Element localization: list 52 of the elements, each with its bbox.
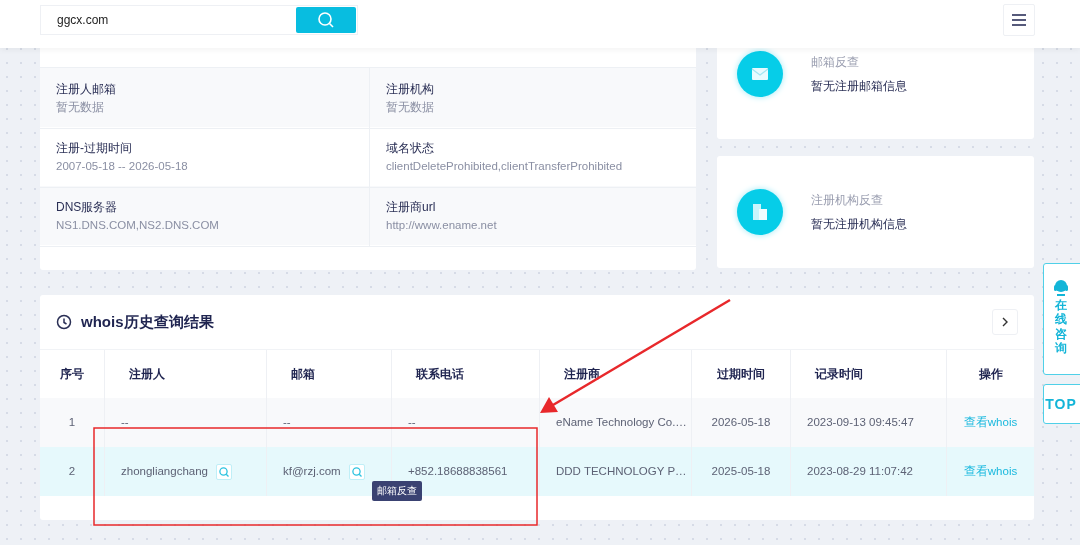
card-title: 注册机构反查 xyxy=(811,192,884,209)
table-cell-text: eName Technology Co.… xyxy=(556,414,687,430)
card-text: 暂无注册机构信息 xyxy=(811,216,907,233)
search-button[interactable] xyxy=(348,463,365,480)
view-whois-link[interactable]: 查看whois xyxy=(963,413,1018,432)
table-cell-text: DDD TECHNOLOGY P… xyxy=(556,463,687,479)
field-label: 注册机构 xyxy=(386,81,435,98)
field-value: http://www.ename.net xyxy=(386,218,497,233)
table-row[interactable]: 1 -- -- -- eName Technology Co.… 2026-05-18 2023-09-13 09:45:47 查看whois xyxy=(40,398,1034,447)
back-to-top-button[interactable]: TOP xyxy=(1043,384,1080,424)
search-button[interactable] xyxy=(296,7,356,33)
next-button[interactable] xyxy=(992,309,1018,335)
table-cell-text: 1 xyxy=(68,414,76,430)
building-icon xyxy=(737,189,783,235)
table-cell-text: 2023-08-29 11:07:42 xyxy=(807,463,913,479)
section-title: whois历史查询结果 xyxy=(81,311,214,332)
chevron-right-icon xyxy=(1000,316,1010,328)
card-text: 暂无注册邮箱信息 xyxy=(811,78,907,95)
column-header: 操作 xyxy=(977,366,1004,383)
table-cell-text: 2026-05-18 xyxy=(711,414,771,430)
search-icon xyxy=(217,465,230,478)
mail-icon xyxy=(737,51,783,97)
table-cell-text: 2 xyxy=(68,463,76,479)
search-icon xyxy=(350,465,363,478)
table-cell-text: zhongliangchang xyxy=(121,463,208,479)
table-cell-text: -- xyxy=(121,414,129,430)
menu-icon xyxy=(1011,13,1027,27)
table-cell-text: -- xyxy=(408,414,416,430)
field-value: 暂无数据 xyxy=(386,100,434,115)
field-label: DNS服务器 xyxy=(56,199,119,216)
headset-icon xyxy=(1052,278,1070,298)
field-value: 2007-05-18 -- 2026-05-18 xyxy=(56,159,188,174)
menu-button[interactable] xyxy=(1003,4,1035,36)
card-title: 邮箱反查 xyxy=(811,54,860,71)
tooltip: 邮箱反查 xyxy=(372,481,422,501)
view-whois-link[interactable]: 查看whois xyxy=(963,462,1018,481)
search-icon xyxy=(317,11,335,29)
field-value: NS1.DNS.COM,NS2.DNS.COM xyxy=(56,218,219,233)
table-cell-text: 2025-05-18 xyxy=(711,463,771,479)
table-cell-text: -- xyxy=(283,414,291,430)
field-label: 注册-过期时间 xyxy=(56,140,133,157)
field-label: 注册人邮箱 xyxy=(56,81,117,98)
consult-button[interactable]: 在线咨询 xyxy=(1043,263,1080,375)
clock-icon xyxy=(56,314,72,330)
field-label: 注册商url xyxy=(386,199,437,216)
table-cell-text: 2023-09-13 09:45:47 xyxy=(807,414,914,430)
field-value: 暂无数据 xyxy=(56,100,104,115)
table-cell-text: +852.18688838561 xyxy=(408,463,508,479)
table-cell-text: kf@rzj.com xyxy=(283,463,341,479)
search-button[interactable] xyxy=(215,463,232,480)
field-label: 域名状态 xyxy=(386,140,435,157)
field-value: clientDeleteProhibited,clientTransferProhibited xyxy=(386,159,623,174)
